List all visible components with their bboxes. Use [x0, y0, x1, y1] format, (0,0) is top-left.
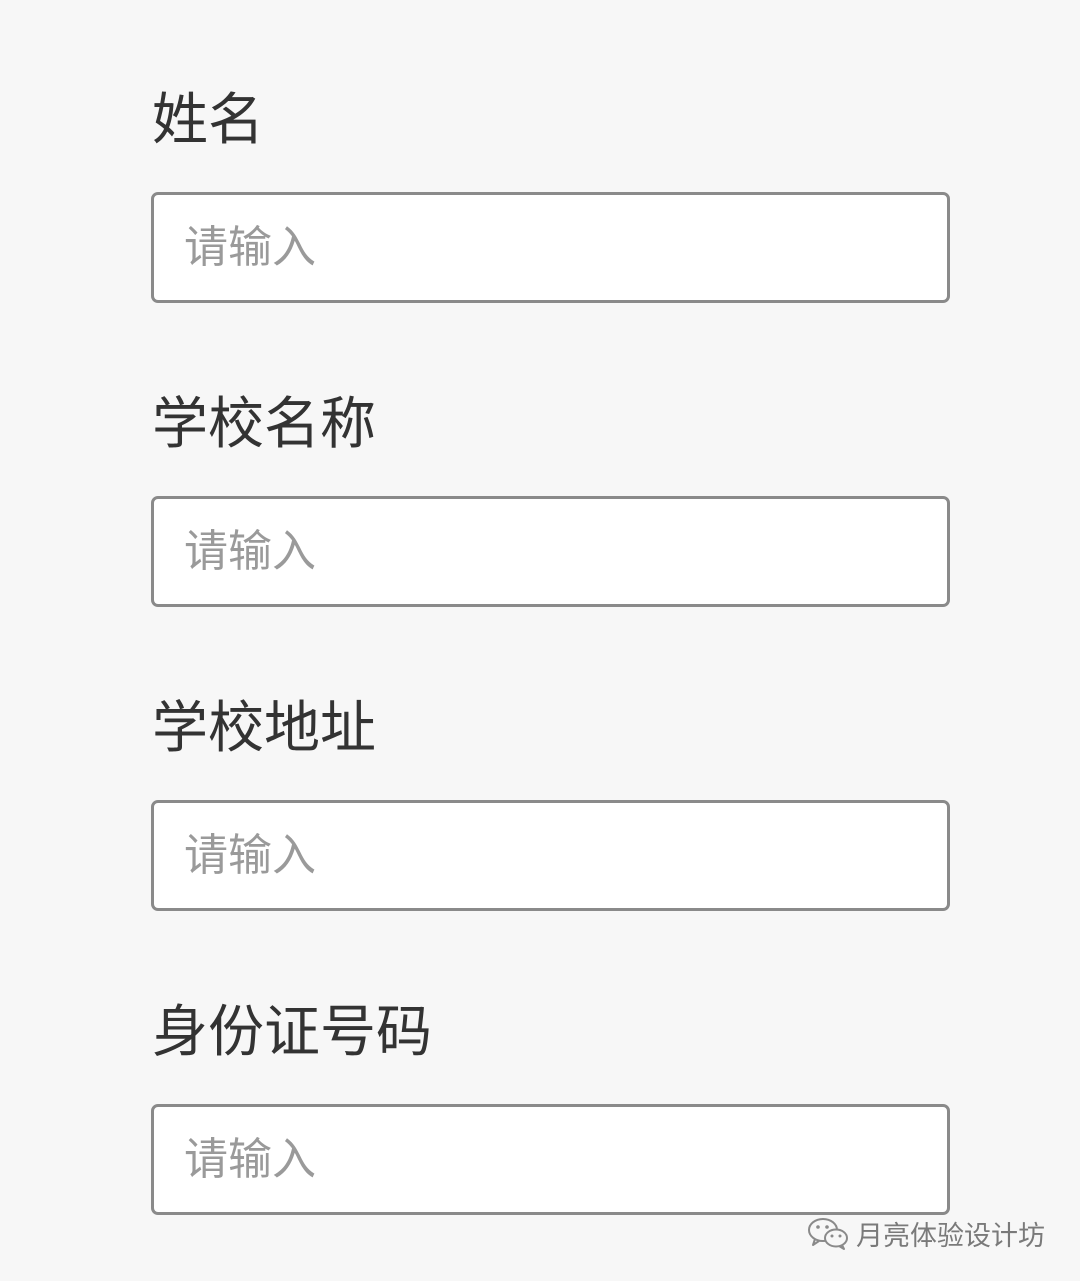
wechat-icon [806, 1215, 850, 1251]
school-name-input[interactable] [151, 496, 950, 607]
name-input[interactable] [151, 192, 950, 303]
id-number-input[interactable] [151, 1104, 950, 1215]
id-number-label: 身份证号码 [152, 1000, 432, 1065]
school-address-input[interactable] [151, 800, 950, 911]
school-address-label: 学校地址 [152, 696, 376, 761]
school-name-label: 学校名称 [152, 392, 376, 457]
watermark-text: 月亮体验设计坊 [856, 1220, 1045, 1252]
watermark: 月亮体验设计坊 [806, 1211, 1045, 1255]
name-label: 姓名 [152, 88, 264, 153]
